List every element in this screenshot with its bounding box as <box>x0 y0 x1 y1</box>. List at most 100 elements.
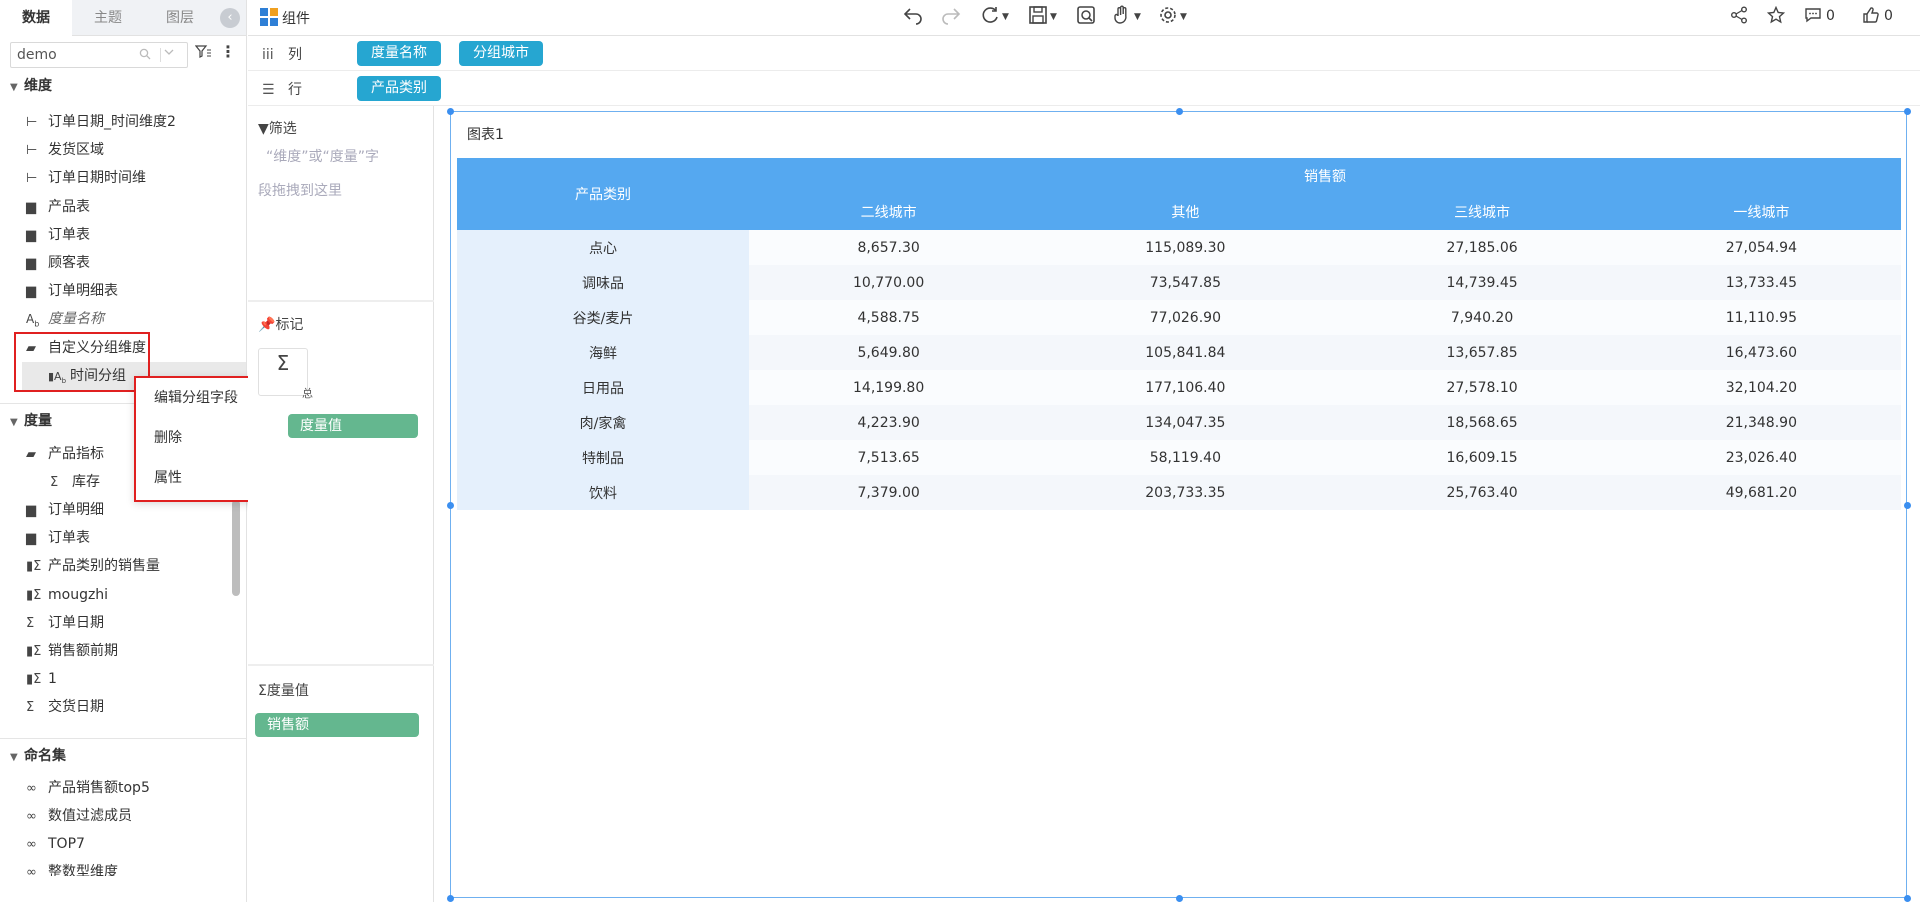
tree-item-dimension[interactable]: Ab 度量名称 <box>26 305 104 333</box>
value-cell[interactable]: 4,223.90 <box>749 405 1029 440</box>
tree-item-dimension[interactable]: ▆ 订单明细表 <box>26 277 118 305</box>
row-dimension-header[interactable]: 产品类别 <box>457 158 749 230</box>
row-header-cell[interactable]: 饮料 <box>457 475 749 510</box>
resize-handle[interactable] <box>447 502 454 509</box>
save-icon[interactable] <box>1028 5 1048 30</box>
value-cell[interactable]: 23,026.40 <box>1621 440 1901 475</box>
value-cell[interactable]: 177,106.40 <box>1028 370 1343 405</box>
value-cell[interactable]: 14,739.45 <box>1342 265 1622 300</box>
column-header[interactable]: 三线城市 <box>1342 194 1622 230</box>
value-cell[interactable]: 27,578.10 <box>1342 370 1622 405</box>
tree-item-named-set[interactable]: ∞ 整数型维度 <box>26 858 118 876</box>
chevron-left-icon[interactable]: ‹ <box>220 8 240 28</box>
named-sets-header[interactable]: ▼ 命名集 <box>0 742 246 770</box>
row-header-cell[interactable]: 海鲜 <box>457 335 749 370</box>
tree-item-dimension[interactable]: ⊢ 订单日期时间维 <box>26 164 146 192</box>
value-cell[interactable]: 7,379.00 <box>749 475 1029 510</box>
row-header-cell[interactable]: 特制品 <box>457 440 749 475</box>
tab-layers[interactable]: 图层 <box>144 0 216 36</box>
row-pill-product-category[interactable]: 产品类别 <box>357 76 441 101</box>
tree-item-measure[interactable]: ▰ 产品指标 <box>26 440 104 468</box>
resize-handle[interactable] <box>447 895 454 902</box>
tree-item-measure[interactable]: Σ 订单日期 <box>26 609 104 637</box>
tree-item-dimension[interactable]: ⊢ 订单日期_时间维度2 <box>26 108 176 136</box>
value-cell[interactable]: 10,770.00 <box>749 265 1029 300</box>
value-cell[interactable]: 105,841.84 <box>1028 335 1343 370</box>
value-cell[interactable]: 115,089.30 <box>1028 230 1343 265</box>
column-header[interactable]: 一线城市 <box>1621 194 1901 230</box>
value-cell[interactable]: 77,026.90 <box>1028 300 1343 335</box>
value-cell[interactable]: 4,588.75 <box>749 300 1029 335</box>
column-header[interactable]: 二线城市 <box>749 194 1029 230</box>
resize-handle[interactable] <box>1176 108 1183 115</box>
chevron-down-icon[interactable]: ▼ <box>1002 12 1009 22</box>
column-header[interactable]: 其他 <box>1028 194 1343 230</box>
tree-item-measure[interactable]: ▮Σ 销售额前期 <box>26 637 118 665</box>
preview-icon[interactable] <box>1076 5 1096 30</box>
hand-icon[interactable] <box>1112 5 1132 30</box>
marks-pill-measure-values[interactable]: 度量值 <box>288 414 418 438</box>
tab-data[interactable]: 数据 <box>0 0 72 36</box>
chevron-down-icon[interactable]: ▼ <box>1134 12 1141 22</box>
value-cell[interactable]: 16,609.15 <box>1342 440 1622 475</box>
comment-icon[interactable] <box>1804 6 1822 28</box>
share-icon[interactable] <box>1730 6 1748 28</box>
value-cell[interactable]: 73,547.85 <box>1028 265 1343 300</box>
resize-handle[interactable] <box>1904 895 1911 902</box>
value-cell[interactable]: 16,473.60 <box>1621 335 1901 370</box>
filter-list-icon[interactable] <box>194 45 211 63</box>
tree-item-dimension[interactable]: ▆ 订单表 <box>26 221 90 249</box>
search-icon[interactable] <box>139 48 151 63</box>
tree-item-named-set[interactable]: ∞ TOP7 <box>26 830 85 858</box>
undo-icon[interactable] <box>903 5 923 30</box>
tree-item-measure[interactable]: Σ 交货日期 <box>26 693 104 721</box>
tree-item-named-set[interactable]: ∞ 数值过滤成员 <box>26 802 132 830</box>
row-header-cell[interactable]: 点心 <box>457 230 749 265</box>
like-icon[interactable] <box>1862 6 1880 28</box>
tree-item-named-set[interactable]: ∞ 产品销售额top5 <box>26 774 150 802</box>
value-cell[interactable]: 134,047.35 <box>1028 405 1343 440</box>
value-cell[interactable]: 14,199.80 <box>749 370 1029 405</box>
redo-icon[interactable] <box>941 5 961 30</box>
value-cell[interactable]: 7,513.65 <box>749 440 1029 475</box>
value-cell[interactable]: 27,185.06 <box>1342 230 1622 265</box>
row-header-cell[interactable]: 调味品 <box>457 265 749 300</box>
resize-handle[interactable] <box>1904 108 1911 115</box>
measure-value-pill-sales[interactable]: 销售额 <box>255 713 419 737</box>
tree-item-measure[interactable]: ▮Σ 产品类别的销售量 <box>26 552 160 580</box>
dataset-selector[interactable] <box>10 42 188 68</box>
chevron-down-icon[interactable]: ▼ <box>1180 12 1187 22</box>
column-pill-group-city[interactable]: 分组城市 <box>459 41 543 66</box>
dataset-search-input[interactable] <box>11 43 131 67</box>
column-pill-measure-names[interactable]: 度量名称 <box>357 41 441 66</box>
value-cell[interactable]: 11,110.95 <box>1621 300 1901 335</box>
tree-item-dimension[interactable]: ▆ 顾客表 <box>26 249 90 277</box>
value-cell[interactable]: 8,657.30 <box>749 230 1029 265</box>
dimensions-header[interactable]: ▼ 维度 <box>0 72 246 100</box>
tree-item-measure[interactable]: ▮Σ 1 <box>26 665 57 693</box>
tree-item-measure[interactable]: ▆ 订单明细 <box>26 496 104 524</box>
columns-shelf[interactable]: iii 列 度量名称 分组城市 <box>248 36 1920 71</box>
value-cell[interactable]: 25,763.40 <box>1342 475 1622 510</box>
chevron-down-icon[interactable]: ▼ <box>1050 12 1057 22</box>
value-cell[interactable]: 49,681.20 <box>1621 475 1901 510</box>
value-cell[interactable]: 203,733.35 <box>1028 475 1343 510</box>
resize-handle[interactable] <box>447 108 454 115</box>
value-cell[interactable]: 27,054.94 <box>1621 230 1901 265</box>
tree-item-measure[interactable]: ▮Σ mougzhi <box>26 581 108 609</box>
value-cell[interactable]: 7,940.20 <box>1342 300 1622 335</box>
star-icon[interactable] <box>1766 5 1786 28</box>
measures-scrollbar[interactable] <box>232 500 240 596</box>
measure-header[interactable]: 销售额 <box>749 158 1901 194</box>
settings-icon[interactable] <box>1158 5 1178 30</box>
rows-shelf[interactable]: ☰ 行 产品类别 <box>248 71 1920 106</box>
tab-theme[interactable]: 主题 <box>72 0 144 36</box>
value-cell[interactable]: 13,657.85 <box>1342 335 1622 370</box>
row-header-cell[interactable]: 肉/家禽 <box>457 405 749 440</box>
more-vertical-icon[interactable]: ⋮ <box>220 42 236 61</box>
refresh-icon[interactable] <box>980 5 1000 30</box>
resize-handle[interactable] <box>1904 502 1911 509</box>
marks-type-selector[interactable]: Σ 总 <box>258 348 313 400</box>
value-cell[interactable]: 18,568.65 <box>1342 405 1622 440</box>
chevron-down-icon[interactable] <box>163 46 175 61</box>
